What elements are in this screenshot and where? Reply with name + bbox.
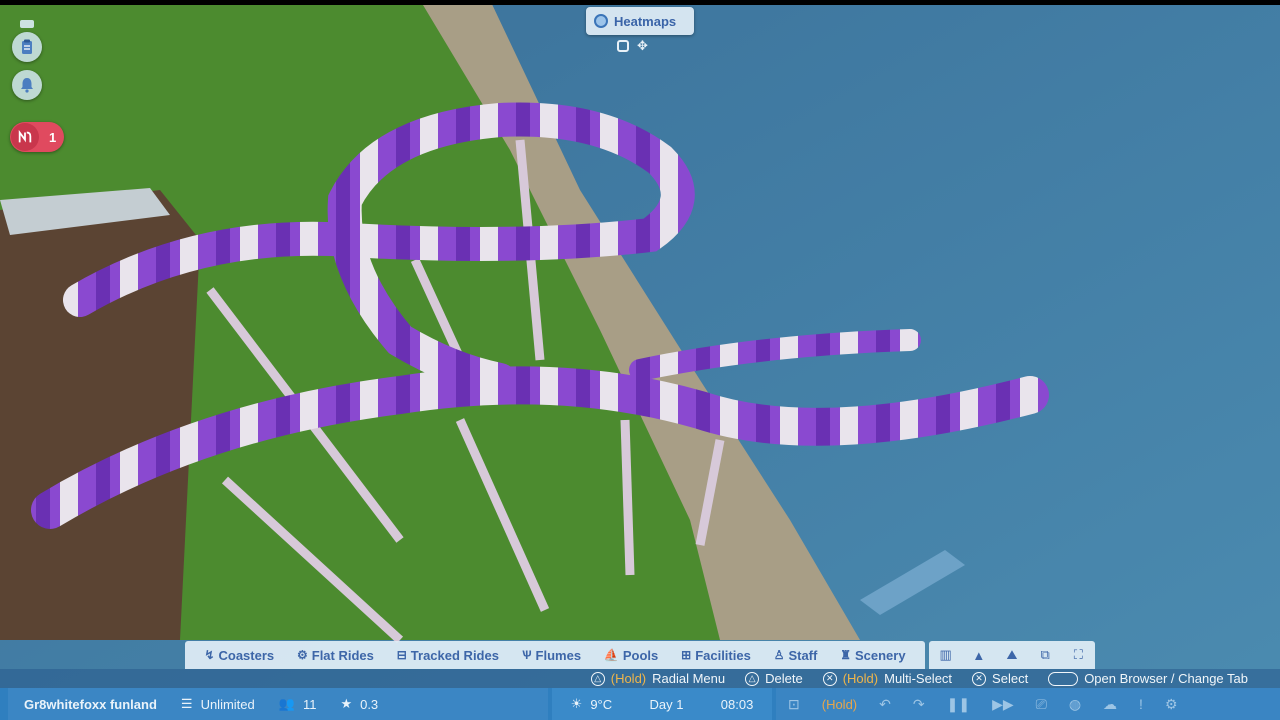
category-bar: ↯ Coasters ⚙ Flat Rides ⊟ Tracked Rides Ѱ Fl… (185, 641, 925, 669)
sun-icon: ☀ (570, 696, 583, 711)
expand-icon[interactable]: ⛶ (1068, 647, 1088, 663)
ride-alert-button[interactable]: 1 (10, 122, 64, 152)
hint-multi-select: ✕ (Hold) Multi-Select (822, 671, 953, 686)
heatmaps-button[interactable]: Heatmaps (586, 7, 694, 35)
thermometer-icon[interactable]: ǃ (1139, 696, 1143, 712)
mountain-icon[interactable]: ⛰ (1002, 647, 1022, 663)
tab-pools[interactable]: ⛵ Pools (604, 648, 658, 663)
tracked-ride-icon: ⊟ (396, 648, 407, 662)
guests-stat[interactable]: 👥 11 (279, 696, 317, 712)
weather-icon[interactable]: ☁ (1103, 696, 1117, 713)
hint-label: Open Browser / Change Tab (1084, 671, 1248, 686)
cross-button-icon: ✕ (822, 671, 837, 686)
ride-alert-icon (11, 123, 39, 151)
hint-select: ✕ Select (972, 671, 1028, 686)
tab-label: Flat Rides (311, 647, 374, 663)
clipboard-button[interactable] (12, 32, 42, 62)
hint-delete: △ Delete (745, 671, 803, 686)
collapse-tab[interactable] (20, 20, 34, 28)
triangle-button-icon: △ (590, 671, 605, 686)
touchpad-icon: ⊡ (788, 695, 800, 712)
game-controls: ⊡ (Hold) ↶ ↷ ❚❚ ▶▶ ⎚ ◍ ☁ ǃ ⚙ (776, 688, 1280, 720)
time-weather: ☀ 9°C Day 1 08:03 (552, 688, 772, 720)
notifications-button[interactable] (12, 70, 42, 100)
tab-label: Tracked Rides (410, 647, 499, 663)
time-value: 08:03 (720, 696, 754, 712)
redo-icon[interactable]: ↷ (913, 696, 925, 713)
tab-label: Scenery (854, 647, 906, 663)
temperature: ☀ 9°C (571, 696, 612, 712)
game-scene[interactable] (0, 0, 1280, 720)
tab-flat-rides[interactable]: ⚙ Flat Rides (297, 648, 374, 663)
building-icon[interactable]: ▥ (936, 647, 956, 663)
coins-icon: ☰ (180, 696, 193, 711)
tool-bar: ▥ ▲ ⛰ ⧉ ⛶ (929, 641, 1095, 669)
tab-facilities[interactable]: ⊞ Facilities (681, 648, 751, 663)
triangle-button-icon: △ (745, 671, 760, 686)
blueprint-icon[interactable]: ⧉ (1035, 647, 1055, 663)
hold-label: (Hold) (842, 671, 879, 686)
rating-stat[interactable]: ★ 0.3 (340, 696, 378, 712)
tab-label: Coasters (218, 647, 275, 663)
flume-icon: Ѱ (521, 648, 532, 662)
hint-label: Select (992, 671, 1029, 686)
park-info[interactable]: Gr8whitefoxx funland ☰ Unlimited 👥 11 ★ 0.3 (8, 688, 548, 720)
tab-tracked-rides[interactable]: ⊟ Tracked Rides (397, 648, 499, 663)
bell-icon (21, 78, 33, 93)
shoulder-buttons-icon (1048, 671, 1079, 686)
camera-icon[interactable]: ⎚ (1036, 696, 1047, 713)
pool-icon: ⛵ (603, 648, 619, 662)
tab-staff[interactable]: ♙ Staff (774, 648, 818, 663)
globe-icon[interactable]: ◍ (1069, 696, 1081, 713)
cross-button-icon: ✕ (972, 671, 987, 686)
settings-icon[interactable]: ⚙ (1165, 696, 1178, 713)
heatmaps-hint: ✥ (617, 38, 648, 54)
tab-label: Staff (788, 647, 818, 663)
heatmaps-label: Heatmaps (614, 13, 677, 29)
scenery-icon: ♜ (840, 648, 851, 662)
guests-icon: 👥 (278, 696, 295, 711)
undo-icon[interactable]: ↶ (879, 696, 891, 713)
alert-count: 1 (49, 129, 57, 145)
tab-scenery[interactable]: ♜ Scenery (840, 648, 905, 663)
tab-flumes[interactable]: Ѱ Flumes (522, 648, 581, 663)
rating-value: 0.3 (360, 696, 379, 712)
tab-label: Flumes (535, 647, 582, 663)
flat-ride-icon: ⚙ (296, 648, 308, 662)
pause-icon[interactable]: ❚❚ (947, 696, 970, 713)
hint-open-browser: Open Browser / Change Tab (1048, 671, 1248, 686)
hold-label: (Hold) (821, 696, 858, 712)
guests-value: 11 (302, 696, 317, 712)
hold-label: (Hold) (610, 671, 647, 686)
heatmap-icon (594, 14, 608, 28)
money-stat[interactable]: ☰ Unlimited (181, 696, 255, 712)
money-value: Unlimited (200, 696, 255, 712)
coaster-icon: ↯ (204, 648, 215, 662)
park-name: Gr8whitefoxx funland (24, 696, 157, 712)
facility-icon: ⊞ (681, 648, 692, 662)
hint-label: Delete (765, 671, 803, 686)
day-value: Day 1 (649, 696, 684, 712)
terrain-icon[interactable]: ▲ (969, 648, 989, 663)
status-bar: Gr8whitefoxx funland ☰ Unlimited 👥 11 ★ 0.3… (0, 688, 1280, 720)
touchpad-icon (617, 40, 629, 52)
fast-forward-icon[interactable]: ▶▶ (992, 696, 1014, 713)
tab-label: Pools (622, 647, 659, 663)
hint-label: Multi-Select (884, 671, 953, 686)
hint-label: Radial Menu (652, 671, 726, 686)
hint-radial-menu: △ (Hold) Radial Menu (590, 671, 726, 686)
clipboard-icon (22, 39, 32, 54)
controller-hints: △ (Hold) Radial Menu △ Delete ✕ (Hold) M… (0, 669, 1280, 688)
tab-coasters[interactable]: ↯ Coasters (204, 648, 274, 663)
dpad-icon: ✥ (637, 38, 648, 53)
tab-label: Facilities (695, 647, 751, 663)
temperature-value: 9°C (590, 696, 613, 712)
staff-icon: ♙ (773, 648, 785, 662)
star-icon: ★ (340, 696, 353, 711)
